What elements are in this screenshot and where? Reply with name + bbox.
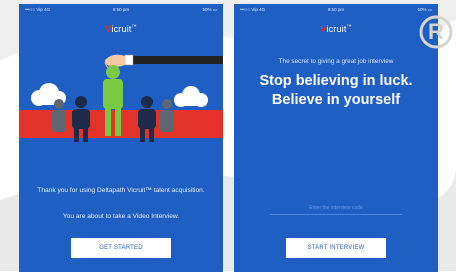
logo-trademark: ™	[131, 24, 137, 30]
interview-notice: You are about to take a Video Interview.	[62, 213, 180, 220]
person-gray-right-icon	[160, 99, 174, 132]
person-gray-left-icon	[52, 99, 66, 132]
app-logo: Vicruit™	[234, 24, 438, 34]
battery-indicator: 50% ▭	[202, 7, 217, 12]
tagline: The secret to giving a great job intervi…	[278, 58, 394, 65]
motivational-quote: Stop believing in luck. Believe in yours…	[259, 73, 413, 108]
logo-text: icruit	[326, 24, 347, 34]
battery-indicator: 50% ▭	[417, 7, 432, 12]
status-time: 8:50 pm	[112, 7, 130, 12]
status-time: 8:50 pm	[327, 7, 345, 12]
interview-code-screen: •••○○ Vip 4G 8:50 pm 50% ▭ Vicruit™ The …	[234, 4, 438, 272]
status-bar: •••○○ Vip 4G 8:50 pm 50% ▭	[234, 6, 438, 14]
interview-code-input[interactable]	[270, 202, 402, 215]
get-started-button[interactable]: GET STARTED	[71, 238, 171, 258]
logo-text: icruit	[111, 24, 132, 34]
status-bar: •••○○ Vip 4G 8:50 pm 50% ▭	[19, 6, 223, 14]
app-logo: Vicruit™	[19, 24, 223, 34]
welcome-message: Thank you for using Deltapath Vicruit™ t…	[37, 187, 205, 194]
hand-icon	[104, 54, 223, 69]
cloud-right-icon	[174, 86, 208, 107]
registered-mark-letter: R	[428, 19, 444, 44]
hand-lifting-candidate-illustration	[19, 54, 223, 142]
logo-trademark: ™	[346, 24, 352, 30]
welcome-screen: •••○○ Vip 4G 8:50 pm 50% ▭ Vicruit™ Than…	[19, 4, 223, 272]
start-interview-button[interactable]: START INTERVIEW	[286, 238, 386, 258]
